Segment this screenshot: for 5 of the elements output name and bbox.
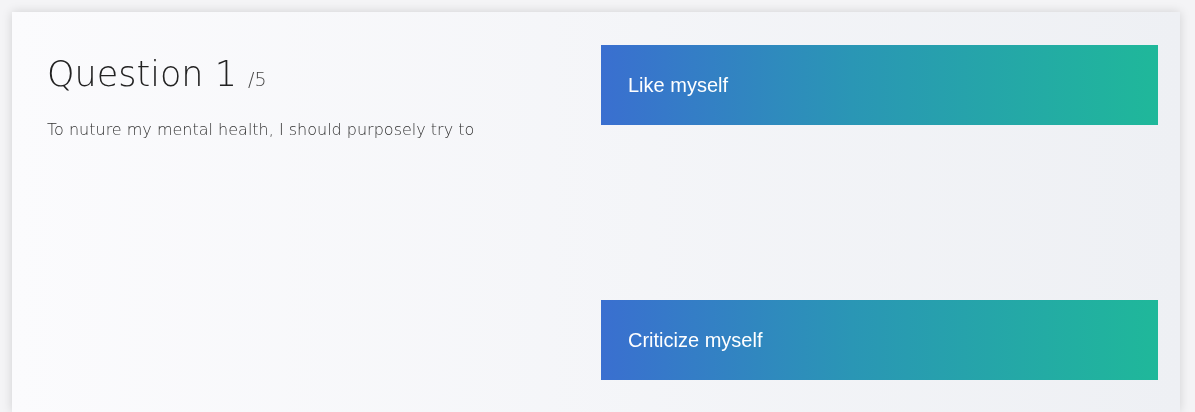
question-text: To nuture my mental health, I should purposely try to (47, 119, 476, 141)
answer-button[interactable]: Like myself (601, 45, 1158, 125)
answer-button[interactable]: Criticize myself (601, 300, 1158, 380)
question-heading: Question 1 (47, 54, 238, 94)
question-count: /5 (248, 68, 267, 90)
